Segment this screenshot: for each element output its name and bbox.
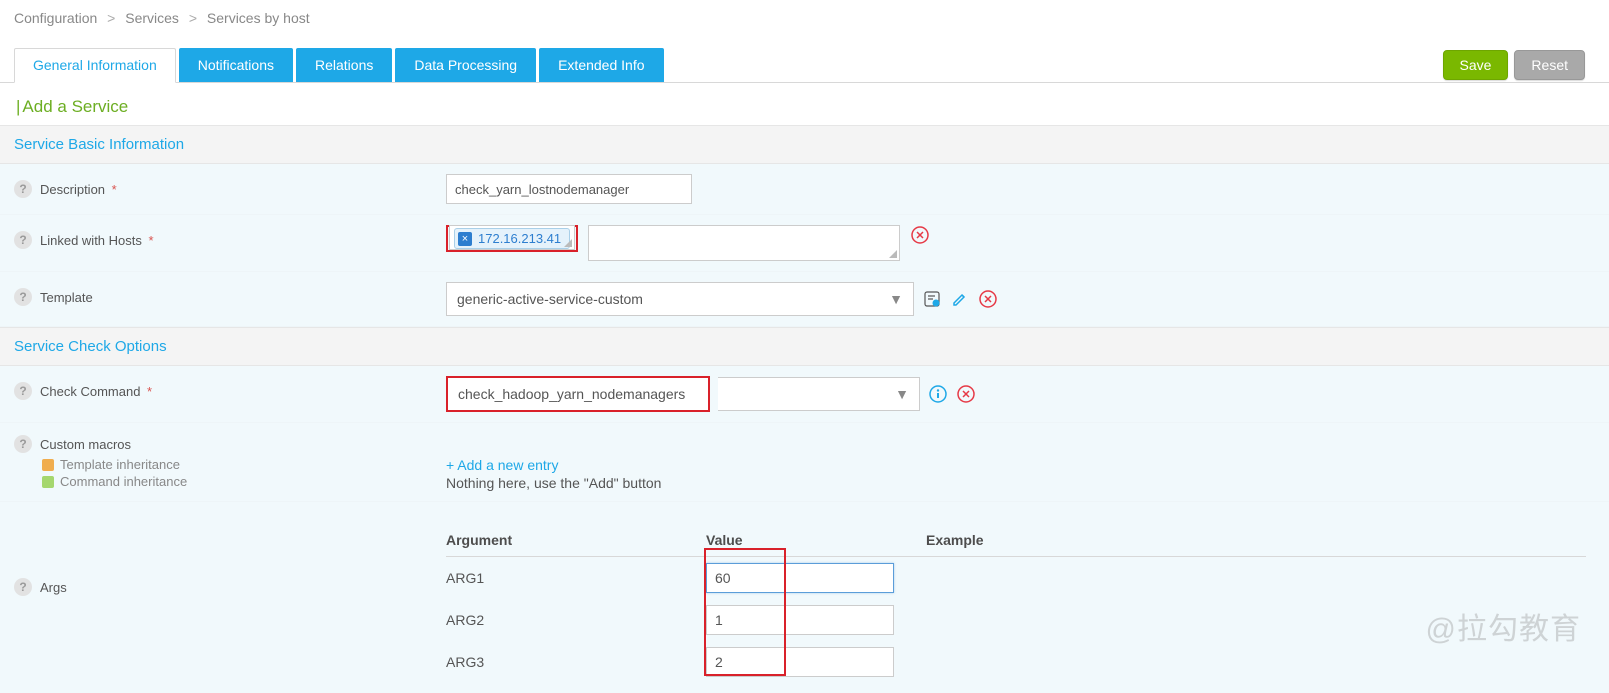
info-icon[interactable]: [928, 384, 948, 404]
check-command-select-highlight: check_hadoop_yarn_nodemanagers: [448, 378, 708, 410]
reset-button[interactable]: Reset: [1514, 50, 1585, 80]
row-check-command: ? Check Command * check_hadoop_yarn_node…: [0, 366, 1609, 423]
row-args: ? Args Argument Value Example ARG1: [0, 502, 1609, 693]
breadcrumb-level-3[interactable]: Services by host: [207, 10, 310, 26]
args-header-argument: Argument: [446, 524, 706, 557]
table-row: ARG2: [446, 599, 1586, 641]
tab-notifications[interactable]: Notifications: [179, 48, 293, 82]
topbar: General Information Notifications Relati…: [0, 36, 1609, 83]
row-template: ? Template generic-active-service-custom…: [0, 272, 1609, 327]
save-button[interactable]: Save: [1443, 50, 1509, 80]
clear-icon[interactable]: [956, 384, 976, 404]
section-check-options: Service Check Options: [0, 327, 1609, 366]
row-linked-hosts: ? Linked with Hosts * × 172.16.213.41: [0, 215, 1609, 272]
help-icon[interactable]: ?: [14, 435, 32, 453]
check-command-select[interactable]: ▼: [718, 377, 920, 411]
clear-icon[interactable]: [978, 289, 998, 309]
add-macro-link[interactable]: + Add a new entry: [446, 457, 558, 473]
arg-example: [926, 599, 1586, 641]
arg-name: ARG3: [446, 641, 706, 683]
tab-relations[interactable]: Relations: [296, 48, 392, 82]
template-details-icon[interactable]: [922, 289, 942, 309]
help-icon[interactable]: ?: [14, 288, 32, 306]
breadcrumb: Configuration > Services > Services by h…: [0, 0, 1609, 36]
args-header-example: Example: [926, 524, 1586, 557]
chevron-down-icon: ▼: [889, 291, 903, 307]
arg1-value-input[interactable]: [706, 563, 894, 593]
label-description: Description *: [40, 182, 117, 197]
section-basic-info: Service Basic Information: [0, 125, 1609, 164]
help-icon[interactable]: ?: [14, 180, 32, 198]
host-tag: × 172.16.213.41: [454, 228, 570, 249]
arg3-value-input[interactable]: [706, 647, 894, 677]
help-icon[interactable]: ?: [14, 382, 32, 400]
annotation-box: × 172.16.213.41: [446, 225, 578, 252]
label-check-command: Check Command *: [40, 384, 152, 399]
help-icon[interactable]: ?: [14, 578, 32, 596]
arg-name: ARG1: [446, 557, 706, 600]
args-header-value: Value: [706, 524, 926, 557]
tabs: General Information Notifications Relati…: [14, 48, 664, 82]
tab-data-processing[interactable]: Data Processing: [395, 48, 536, 82]
annotation-box: check_hadoop_yarn_nodemanagers: [446, 376, 710, 412]
action-buttons: Save Reset: [1443, 48, 1596, 80]
args-table: Argument Value Example ARG1 ARG2: [446, 524, 1586, 683]
linked-hosts-tagbox-highlight: × 172.16.213.41: [449, 225, 575, 250]
label-args: Args: [40, 580, 67, 595]
table-row: ARG3: [446, 641, 1586, 683]
arg-name: ARG2: [446, 599, 706, 641]
swatch-command-inheritance: [42, 476, 54, 488]
page-title: |Add a Service: [0, 83, 1609, 125]
host-tag-label: 172.16.213.41: [478, 231, 561, 246]
template-select-value: generic-active-service-custom: [457, 291, 643, 307]
macros-legend: Template inheritance Command inheritance: [14, 457, 187, 489]
linked-hosts-input[interactable]: [588, 225, 900, 261]
edit-icon[interactable]: [950, 289, 970, 309]
label-custom-macros: Custom macros: [40, 437, 131, 452]
tab-extended-info[interactable]: Extended Info: [539, 48, 663, 82]
breadcrumb-level-2[interactable]: Services: [125, 10, 179, 26]
check-command-value: check_hadoop_yarn_nodemanagers: [458, 386, 685, 402]
label-linked-hosts: Linked with Hosts *: [40, 233, 154, 248]
template-select[interactable]: generic-active-service-custom ▼: [446, 282, 914, 316]
breadcrumb-level-1[interactable]: Configuration: [14, 10, 97, 26]
chevron-down-icon: ▼: [895, 386, 909, 402]
arg-example: [926, 641, 1586, 683]
row-description: ? Description *: [0, 164, 1609, 215]
arg-example: [926, 557, 1586, 600]
remove-tag-icon[interactable]: ×: [458, 232, 472, 246]
table-row: ARG1: [446, 557, 1586, 600]
clear-icon[interactable]: [910, 225, 930, 245]
label-template: Template: [40, 290, 93, 305]
swatch-template-inheritance: [42, 459, 54, 471]
description-input[interactable]: [446, 174, 692, 204]
arg2-value-input[interactable]: [706, 605, 894, 635]
tab-general-information[interactable]: General Information: [14, 48, 176, 83]
row-custom-macros: ? Custom macros Template inheritance Com…: [0, 423, 1609, 502]
chevron-right-icon: >: [189, 10, 197, 26]
macros-empty-text: Nothing here, use the "Add" button: [446, 475, 661, 491]
help-icon[interactable]: ?: [14, 231, 32, 249]
chevron-right-icon: >: [107, 10, 115, 26]
